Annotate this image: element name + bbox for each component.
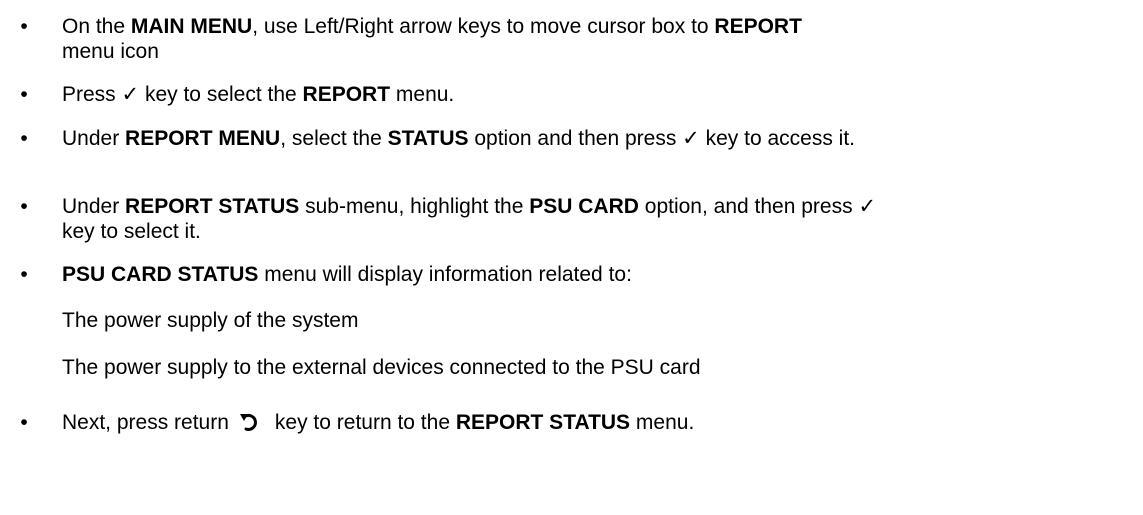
check-icon: ✓ [858,195,877,218]
return-icon [239,413,257,431]
instruction-text: Under REPORT STATUS sub-menu, highlight … [62,195,877,243]
bullet-marker: • [20,263,28,286]
bullet-marker: • [20,195,28,218]
instruction-text: Press ✓ key to select the REPORT menu. [62,83,455,106]
bullet-marker: • [20,411,28,434]
instruction-text: Under REPORT MENU, select the STATUS opt… [62,127,855,150]
instruction-text: PSU CARD STATUS menu will display inform… [62,263,632,286]
check-icon: ✓ [121,83,140,106]
bullet-marker: • [20,15,28,38]
check-icon: ✓ [682,127,700,150]
instruction-text: On the MAIN MENU, use Left/Right arrow k… [62,15,802,63]
sub-item-text: The power supply of the system [62,309,359,332]
instruction-text: Next, press return key to return to the R… [62,411,695,434]
sub-item-text: The power supply to the external devices… [62,356,701,379]
bullet-marker: • [20,83,28,106]
bullet-marker: • [20,127,28,150]
